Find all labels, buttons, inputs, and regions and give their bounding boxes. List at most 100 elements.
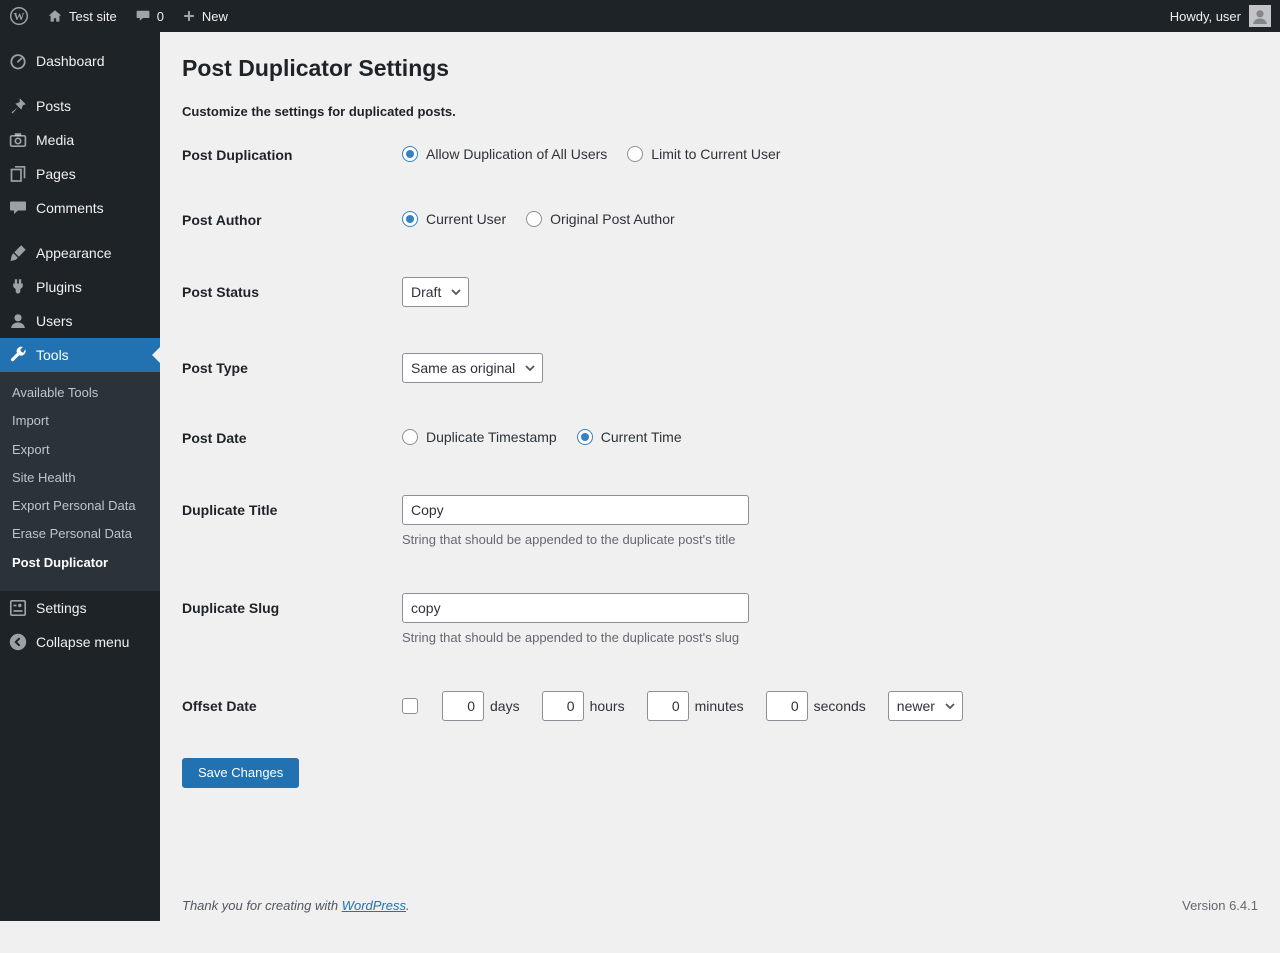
form-row-post-status: Post Status Draft [182,254,1258,330]
radio-current-time[interactable]: Current Time [577,429,682,445]
sidebar-item-pages[interactable]: Pages [0,157,160,191]
sidebar-item-media[interactable]: Media [0,123,160,157]
radio-label: Original Post Author [550,211,675,227]
sidebar-item-settings[interactable]: Settings [0,591,160,625]
submenu-item-export[interactable]: Export [0,436,160,464]
sidebar-item-label: Plugins [36,279,82,295]
sidebar-item-appearance[interactable]: Appearance [0,236,160,270]
duplicate-title-help: String that should be appended to the du… [402,532,736,547]
form-row-duplicate-slug: Duplicate Slug String that should be app… [182,570,1258,668]
field-label-post-date: Post Date [182,429,402,449]
new-content-menu[interactable]: New [173,0,237,32]
sidebar-item-users[interactable]: Users [0,304,160,338]
offset-date-checkbox[interactable] [402,698,418,714]
radio-label: Current Time [601,429,682,445]
menu-separator [0,225,160,236]
post-status-select[interactable]: Draft [402,277,469,307]
intro-text: Customize the settings for duplicated po… [182,104,1258,119]
menu-separator [0,78,160,89]
radio-current-time-input[interactable] [577,429,593,445]
sidebar-item-dashboard[interactable]: Dashboard [0,44,160,78]
paintbrush-icon [0,243,36,263]
submenu-item-post-duplicator[interactable]: Post Duplicator [0,549,160,577]
offset-direction-select[interactable]: newer [888,691,963,721]
offset-days-group: days [442,691,520,721]
field-label-duplicate-slug: Duplicate Slug [182,593,402,619]
person-icon [0,311,36,331]
footer-version: Version 6.4.1 [1182,898,1258,913]
sidebar-item-label: Comments [36,200,104,216]
pushpin-icon [0,96,36,116]
field-label-duplicate-title: Duplicate Title [182,495,402,521]
radio-duplicate-timestamp[interactable]: Duplicate Timestamp [402,429,557,445]
sidebar-item-label: Collapse menu [36,634,129,650]
radio-duplicate-timestamp-input[interactable] [402,429,418,445]
form-row-post-date: Post Date Duplicate Timestamp Current Ti… [182,406,1258,472]
form-row-post-author: Post Author Current User Original Post A… [182,188,1258,254]
save-changes-button[interactable]: Save Changes [182,758,299,788]
comments-count: 0 [157,9,164,24]
wordpress-logo-icon: W [9,6,29,26]
comments-menu[interactable]: 0 [126,0,173,32]
svg-text:W: W [14,11,25,23]
offset-hours-input[interactable] [542,691,584,721]
offset-days-label: days [490,698,520,714]
collapse-arrow-icon [0,632,36,652]
sidebar-item-label: Dashboard [36,53,105,69]
offset-days-input[interactable] [442,691,484,721]
submenu-item-erase-personal-data[interactable]: Erase Personal Data [0,520,160,548]
field-label-post-duplication: Post Duplication [182,146,402,166]
radio-original-post-author[interactable]: Original Post Author [526,211,675,227]
offset-direction-select-wrap: newer [888,691,963,721]
collapse-menu-button[interactable]: Collapse menu [0,625,160,659]
duplicate-title-input[interactable] [402,495,749,525]
home-icon [47,8,63,24]
main-content: Post Duplicator Settings Customize the s… [160,32,1280,921]
radio-label: Duplicate Timestamp [426,429,557,445]
sidebar-item-label: Settings [36,600,87,616]
radio-original-author-input[interactable] [526,211,542,227]
admin-bar-right: Howdy, user [1161,0,1280,32]
radio-allow-duplication-all-users[interactable]: Allow Duplication of All Users [402,146,607,162]
duplicate-slug-input[interactable] [402,593,749,623]
sidebar-item-plugins[interactable]: Plugins [0,270,160,304]
footer-thanks-suffix: . [406,898,410,913]
form-row-post-type: Post Type Same as original [182,330,1258,406]
duplicate-slug-help: String that should be appended to the du… [402,630,739,645]
submenu-item-export-personal-data[interactable]: Export Personal Data [0,492,160,520]
submenu-item-import[interactable]: Import [0,407,160,435]
sidebar-item-comments[interactable]: Comments [0,191,160,225]
sidebar-item-label: Tools [36,347,69,363]
wrench-icon [0,345,36,365]
offset-minutes-input[interactable] [647,691,689,721]
offset-minutes-label: minutes [695,698,744,714]
post-type-select[interactable]: Same as original [402,353,543,383]
offset-seconds-input[interactable] [766,691,808,721]
radio-current-user[interactable]: Current User [402,211,506,227]
submenu-item-site-health[interactable]: Site Health [0,464,160,492]
radio-limit-to-current-user[interactable]: Limit to Current User [627,146,780,162]
offset-minutes-group: minutes [647,691,744,721]
radio-current-user-input[interactable] [402,211,418,227]
sidebar-item-label: Appearance [36,245,112,261]
radio-limit-current-input[interactable] [627,146,643,162]
submenu-item-available-tools[interactable]: Available Tools [0,379,160,407]
offset-hours-label: hours [590,698,625,714]
radio-label: Current User [426,211,506,227]
site-name-menu[interactable]: Test site [38,0,126,32]
wordpress-link[interactable]: WordPress [342,898,406,913]
field-label-post-status: Post Status [182,277,402,303]
page-title: Post Duplicator Settings [182,54,1258,84]
settings-sliders-icon [0,598,36,618]
my-account-menu[interactable]: Howdy, user [1161,0,1280,32]
offset-seconds-label: seconds [814,698,866,714]
field-label-post-author: Post Author [182,211,402,231]
wordpress-logo-menu[interactable]: W [0,0,38,32]
sidebar: Dashboard Posts Media Pages [0,32,160,921]
sidebar-item-label: Pages [36,166,76,182]
sidebar-item-tools[interactable]: Tools [0,338,160,372]
sidebar-item-posts[interactable]: Posts [0,89,160,123]
avatar [1249,5,1271,27]
person-icon [1250,7,1270,27]
radio-allow-duplication-input[interactable] [402,146,418,162]
